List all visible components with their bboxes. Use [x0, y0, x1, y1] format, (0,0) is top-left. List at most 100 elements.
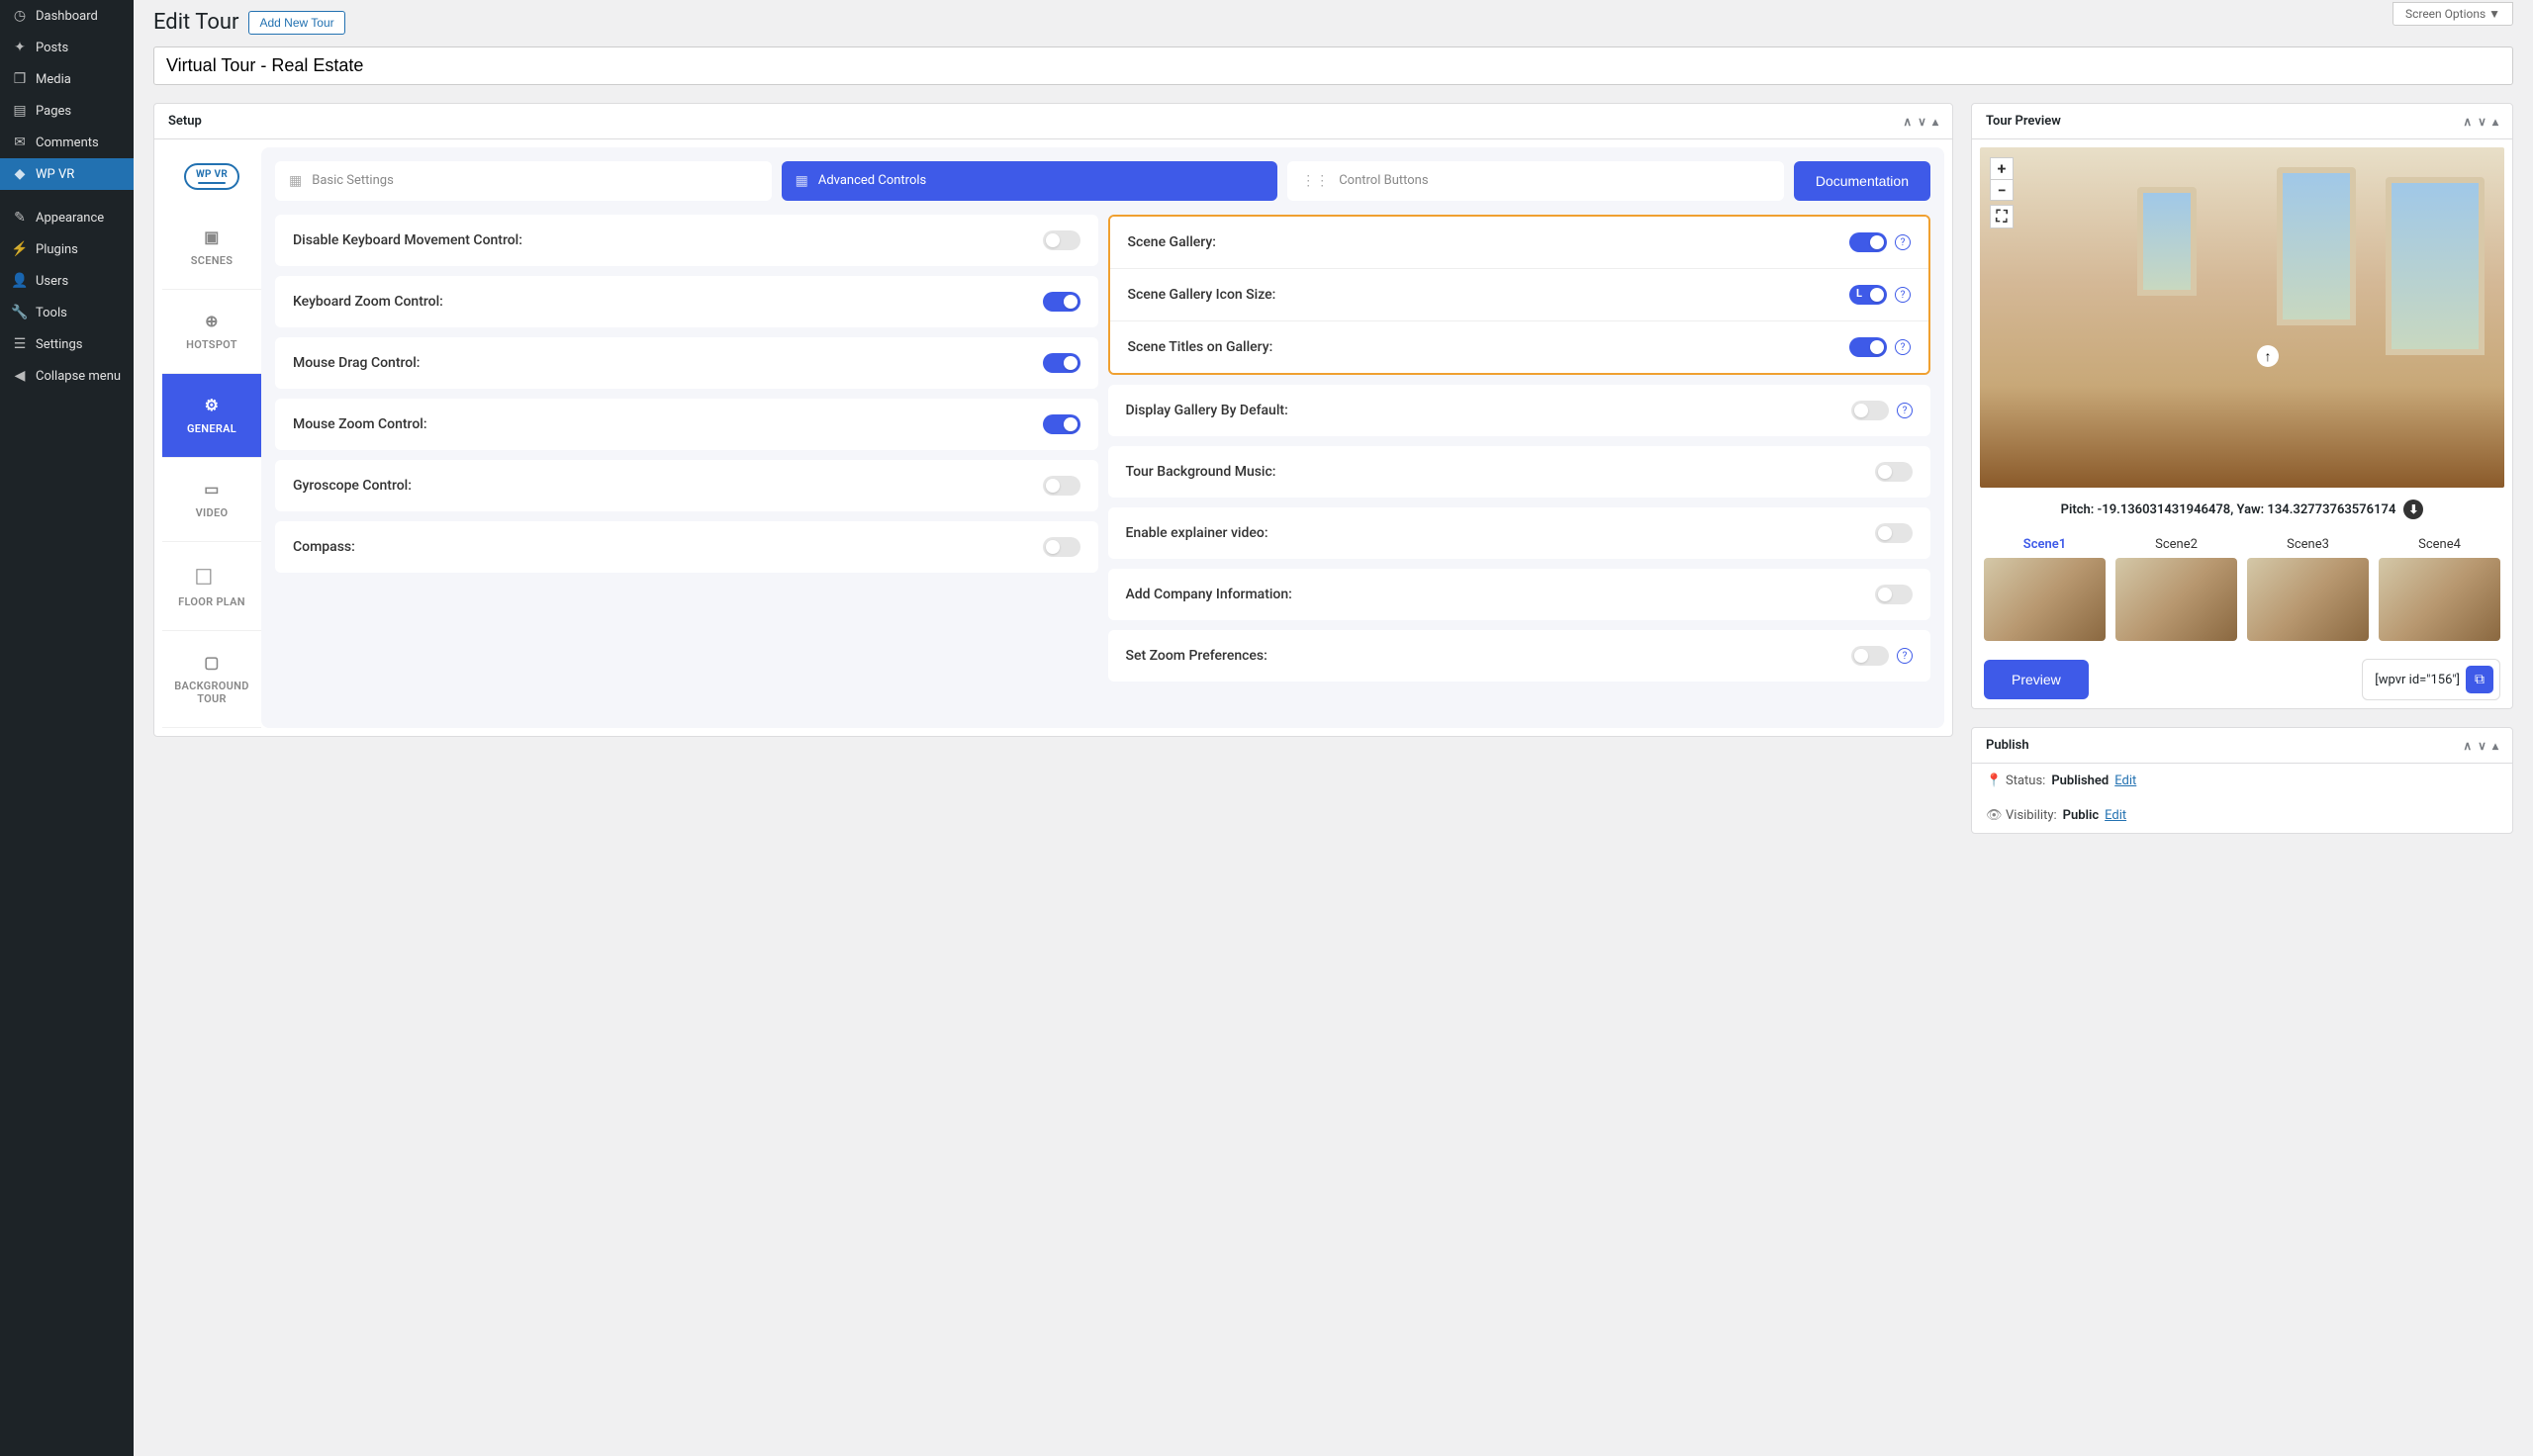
- side-tab-scenes[interactable]: ▣SCENES: [162, 206, 261, 290]
- nav-arrow-icon[interactable]: ↑: [2257, 345, 2279, 367]
- target-icon: ⊕: [205, 312, 219, 330]
- sidebar-item-posts[interactable]: ✦Posts: [0, 32, 134, 63]
- copy-icon[interactable]: ⧉: [2466, 666, 2493, 693]
- side-tab-general[interactable]: ⚙GENERAL: [162, 374, 261, 458]
- info-icon[interactable]: ?: [1895, 234, 1911, 250]
- screen-options-toggle[interactable]: Screen Options ▼: [2392, 2, 2513, 26]
- grid-icon: ▦: [289, 172, 302, 190]
- setting-gyroscope: Gyroscope Control:: [275, 460, 1098, 511]
- gear-icon: ⚙: [205, 396, 220, 414]
- setting-disable-keyboard-movement: Disable Keyboard Movement Control:: [275, 215, 1098, 266]
- sidebar-item-collapse[interactable]: ◀Collapse menu: [0, 360, 134, 392]
- edit-status-link[interactable]: Edit: [2114, 774, 2136, 788]
- sidebar-item-pages[interactable]: ▤Pages: [0, 95, 134, 127]
- scene-thumb-4[interactable]: Scene4: [2379, 531, 2500, 641]
- box-toggle-icon[interactable]: ▴: [1932, 115, 1938, 129]
- publish-title: Publish: [1986, 738, 2029, 753]
- sidebar-item-plugins[interactable]: ⚡Plugins: [0, 233, 134, 265]
- thumb-image: [1984, 558, 2106, 641]
- tour-title-input[interactable]: [153, 46, 2513, 85]
- toggle-display-gallery-default[interactable]: [1851, 401, 1889, 420]
- sidebar-item-tools[interactable]: 🔧Tools: [0, 297, 134, 328]
- sliders-icon: ☰: [12, 336, 28, 352]
- tour-preview-title: Tour Preview: [1986, 114, 2061, 129]
- zoom-in-button[interactable]: +: [1990, 157, 2014, 179]
- box-toggle-icon[interactable]: ▴: [2492, 739, 2498, 753]
- gauge-icon: ◷: [12, 8, 28, 24]
- box-move-up-icon[interactable]: ∧: [2463, 115, 2472, 129]
- toggle-company-info[interactable]: [1875, 585, 1913, 604]
- preview-panorama[interactable]: + − ⛶ ↑: [1980, 147, 2504, 488]
- toggle-scene-titles-on-gallery[interactable]: [1849, 337, 1887, 357]
- add-new-tour-button[interactable]: Add New Tour: [248, 11, 344, 35]
- side-tab-hotspot[interactable]: ⊕HOTSPOT: [162, 290, 261, 374]
- info-icon[interactable]: ?: [1895, 287, 1911, 303]
- scene-thumb-3[interactable]: Scene3: [2247, 531, 2369, 641]
- info-icon[interactable]: ?: [1897, 648, 1913, 664]
- fullscreen-button[interactable]: ⛶: [1990, 205, 2014, 228]
- download-icon[interactable]: ⬇: [2403, 500, 2423, 519]
- publish-visibility-row: 👁 Visibility: Public Edit: [1972, 798, 2512, 833]
- eye-icon: 👁: [1986, 808, 2000, 823]
- box-move-down-icon[interactable]: ∨: [2478, 115, 2486, 129]
- toggle-zoom-preferences[interactable]: [1851, 646, 1889, 666]
- sidebar-item-wpvr[interactable]: ◆WP VR: [0, 158, 134, 190]
- toggle-mouse-drag[interactable]: [1043, 353, 1080, 373]
- wpvr-logo: WP VR: [162, 147, 261, 206]
- box-move-up-icon[interactable]: ∧: [2463, 739, 2472, 753]
- shortcode-box: [wpvr id="156"] ⧉: [2362, 659, 2500, 700]
- documentation-button[interactable]: Documentation: [1794, 161, 1930, 201]
- toggle-disable-keyboard-movement[interactable]: [1043, 230, 1080, 250]
- box-move-up-icon[interactable]: ∧: [1903, 115, 1912, 129]
- page-icon: ▤: [12, 103, 28, 119]
- info-icon[interactable]: ?: [1895, 339, 1911, 355]
- toggle-compass[interactable]: [1043, 537, 1080, 557]
- toggle-explainer-video[interactable]: [1875, 523, 1913, 543]
- edit-visibility-link[interactable]: Edit: [2105, 808, 2126, 823]
- pitch-yaw-readout: Pitch: -19.136031431946478, Yaw: 134.327…: [1980, 488, 2504, 531]
- box-move-down-icon[interactable]: ∨: [1918, 115, 1926, 129]
- side-tab-video[interactable]: ▭VIDEO: [162, 458, 261, 542]
- toggle-background-music[interactable]: [1875, 462, 1913, 482]
- box-toggle-icon[interactable]: ▴: [2492, 115, 2498, 129]
- sub-tab-control-buttons[interactable]: ⋮⋮Control Buttons: [1287, 161, 1784, 201]
- info-icon[interactable]: ?: [1897, 403, 1913, 418]
- pin-icon: 📍: [1986, 774, 2000, 788]
- sidebar-item-comments[interactable]: ✉Comments: [0, 127, 134, 158]
- toggle-gyroscope[interactable]: [1043, 476, 1080, 496]
- setting-display-gallery-default: Display Gallery By Default:?: [1108, 385, 1931, 436]
- user-icon: 👤: [12, 273, 28, 289]
- setting-scene-gallery-icon-size: Scene Gallery Icon Size:?: [1110, 269, 1929, 321]
- side-tab-floor-plan[interactable]: ⃞FLOOR PLAN: [162, 542, 261, 631]
- sidebar-item-media[interactable]: ❒Media: [0, 63, 134, 95]
- toggle-scene-gallery-icon-size[interactable]: [1849, 285, 1887, 305]
- setup-metabox: Setup ∧ ∨ ▴ WP VR ▣SCENES ⊕HOTSPOT ⚙G: [153, 103, 1953, 737]
- collapse-icon: ◀: [12, 368, 28, 384]
- scene-strip: Scene1 Scene2 Scene3 Scene4: [1980, 531, 2504, 653]
- scene-thumb-1[interactable]: Scene1: [1984, 531, 2106, 641]
- sidebar-item-appearance[interactable]: ✎Appearance: [0, 202, 134, 233]
- thumb-image: [2115, 558, 2237, 641]
- sidebar-item-dashboard[interactable]: ◷Dashboard: [0, 0, 134, 32]
- thumb-image: [2379, 558, 2500, 641]
- tour-preview-metabox: Tour Preview ∧ ∨ ▴ +: [1971, 103, 2513, 709]
- setting-keyboard-zoom: Keyboard Zoom Control:: [275, 276, 1098, 327]
- sub-tab-advanced-controls[interactable]: ▦Advanced Controls: [782, 161, 1278, 201]
- sidebar-item-settings[interactable]: ☰Settings: [0, 328, 134, 360]
- page-title: Edit Tour: [153, 10, 238, 35]
- setup-side-tabs: WP VR ▣SCENES ⊕HOTSPOT ⚙GENERAL ▭VIDEO ⃞…: [162, 147, 261, 728]
- sub-tab-basic-settings[interactable]: ▦Basic Settings: [275, 161, 772, 201]
- zoom-out-button[interactable]: −: [1990, 179, 2014, 201]
- publish-metabox: Publish ∧ ∨ ▴ 📍 Status: Published Edit 👁…: [1971, 727, 2513, 834]
- side-tab-background-tour[interactable]: ▢BACKGROUND TOUR: [162, 631, 261, 728]
- image-icon: ▣: [204, 228, 219, 246]
- preview-button[interactable]: Preview: [1984, 660, 2089, 699]
- sidebar-item-users[interactable]: 👤Users: [0, 265, 134, 297]
- setting-scene-titles-on-gallery: Scene Titles on Gallery:?: [1110, 321, 1929, 373]
- box-move-down-icon[interactable]: ∨: [2478, 739, 2486, 753]
- toggle-mouse-zoom[interactable]: [1043, 414, 1080, 434]
- scene-thumb-2[interactable]: Scene2: [2115, 531, 2237, 641]
- toggle-keyboard-zoom[interactable]: [1043, 292, 1080, 312]
- toggle-scene-gallery[interactable]: [1849, 232, 1887, 252]
- page-header: Edit Tour Add New Tour Screen Options ▼: [153, 10, 2513, 35]
